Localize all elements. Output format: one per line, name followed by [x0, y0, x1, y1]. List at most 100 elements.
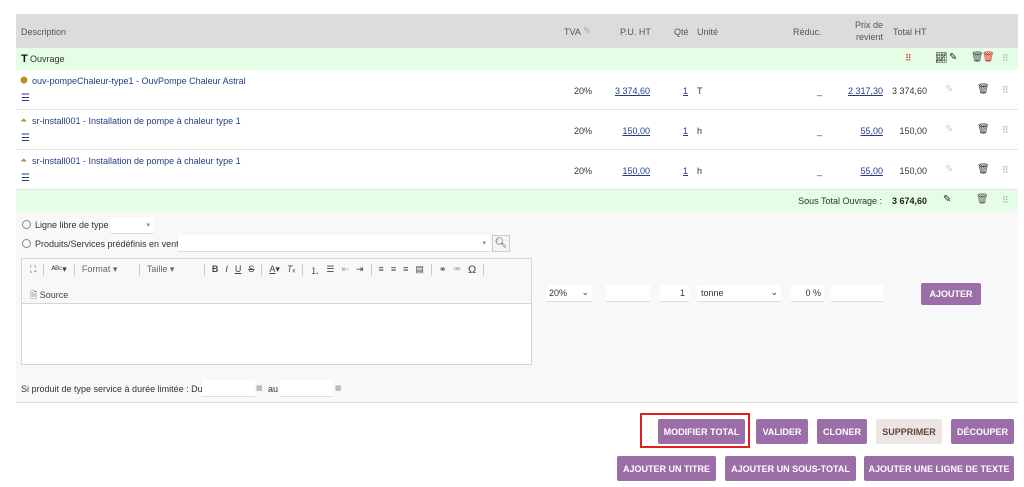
- reduc-input[interactable]: 0 %: [791, 285, 824, 302]
- rich-text-editor: ⛶ ᴬᴮᶜ▾ Format ▾ Taille ▾ BIUS A▾ Tₓ ⒈ ☰ ⇤ ⇥ …: [21, 258, 532, 365]
- row-qte[interactable]: 1: [668, 86, 688, 96]
- supprimer-button[interactable]: SUPPRIMER: [876, 419, 942, 444]
- trash-icon[interactable]: 🗑︎: [977, 124, 990, 135]
- drag-handle-icon[interactable]: ⠿: [1002, 165, 1009, 176]
- row-description[interactable]: sr-install001 - Installation de pompe à …: [32, 116, 241, 126]
- editor-content[interactable]: [22, 304, 531, 364]
- row-unite: T: [697, 86, 703, 96]
- text-color-icon[interactable]: A▾: [269, 264, 280, 275]
- ouvrage-title-row: T Ouvrage ⠿ 📈︎ ✎ 🗑︎ 🗑︎ ⠿: [16, 48, 1018, 70]
- outdent-icon[interactable]: ⇤: [341, 264, 349, 275]
- valider-button[interactable]: VALIDER: [756, 419, 808, 444]
- ajouter-titre-button[interactable]: AJOUTER UN TITRE: [617, 456, 716, 481]
- row-qte[interactable]: 1: [668, 166, 688, 176]
- delete-all-icon[interactable]: 🗑︎: [982, 52, 995, 63]
- edit-icon[interactable]: ✎: [943, 194, 951, 205]
- numbered-list-icon[interactable]: ⒈: [310, 264, 319, 277]
- calendar-icon[interactable]: ▦: [256, 384, 263, 392]
- subtotal-row: Sous Total Ouvrage : 3 674,60 ✎ 🗑︎ ⠿: [16, 190, 1018, 211]
- col-total-ht: Total HT: [893, 27, 927, 37]
- ajouter-sous-total-button[interactable]: AJOUTER UN SOUS-TOTAL: [725, 456, 856, 481]
- edit-icon[interactable]: ✎: [945, 164, 953, 175]
- justify-icon[interactable]: ▤: [415, 264, 424, 275]
- row-prix-revient[interactable]: 2 317,30: [828, 86, 883, 96]
- row-description[interactable]: sr-install001 - Installation de pompe à …: [32, 156, 241, 166]
- product-icon: ⬢: [20, 75, 28, 85]
- unlink-icon[interactable]: ⚮: [453, 264, 461, 275]
- row-tva: 20%: [573, 166, 592, 176]
- align-center-icon[interactable]: ≡: [391, 264, 396, 274]
- product-select[interactable]: ▾: [178, 235, 490, 252]
- edit-icon[interactable]: ✎: [949, 52, 957, 63]
- row-prix-revient[interactable]: 55,00: [828, 166, 883, 176]
- col-unite: Unité: [697, 27, 719, 37]
- drag-handle-icon[interactable]: ⠿: [1002, 53, 1009, 64]
- date-to-input[interactable]: [280, 380, 333, 397]
- drag-handle-icon[interactable]: ⠿: [1002, 85, 1009, 96]
- special-char-icon[interactable]: Ω: [468, 264, 476, 276]
- row-pu[interactable]: 150,00: [596, 126, 650, 136]
- format-dropdown[interactable]: Format ▾: [82, 264, 132, 275]
- trash-icon[interactable]: 🗑︎: [977, 84, 990, 95]
- row-pu[interactable]: 3 374,60: [596, 86, 650, 96]
- modifier-total-button[interactable]: MODIFIER TOTAL: [658, 419, 745, 444]
- row-qte[interactable]: 1: [668, 126, 688, 136]
- bullet-list-icon[interactable]: ☰: [326, 264, 334, 275]
- col-qte: Qté: [674, 27, 689, 37]
- list-icon[interactable]: ☰: [21, 133, 30, 144]
- service-icon: ⏶: [20, 115, 28, 125]
- list-icon[interactable]: ☰: [21, 93, 30, 104]
- ligne-type-select[interactable]: ▾: [110, 217, 154, 234]
- row-prix-revient[interactable]: 55,00: [828, 126, 883, 136]
- row-total: 150,00: [899, 126, 927, 136]
- price-input[interactable]: [606, 285, 650, 302]
- underline-icon[interactable]: U: [235, 264, 242, 274]
- link-icon[interactable]: ⚭: [439, 264, 447, 275]
- unit-select[interactable]: tonne ⌄: [697, 285, 781, 302]
- align-left-icon[interactable]: ≡: [379, 264, 384, 274]
- chart-icon[interactable]: 📈︎: [935, 53, 948, 64]
- trash-icon[interactable]: 🗑︎: [976, 194, 989, 205]
- remove-format-icon[interactable]: Tₓ: [287, 264, 295, 274]
- decouper-button[interactable]: DÉCOUPER: [951, 419, 1014, 444]
- radio-ligne-libre[interactable]: [22, 220, 31, 229]
- align-right-icon[interactable]: ≡: [403, 264, 408, 274]
- indent-icon[interactable]: ⇥: [356, 264, 364, 275]
- maximize-icon[interactable]: ⛶: [30, 264, 36, 275]
- ouvrage-title: Ouvrage: [30, 54, 65, 64]
- pencil-icon[interactable]: ✎: [583, 26, 591, 37]
- row-tva: 20%: [573, 86, 592, 96]
- ajouter-ligne-texte-button[interactable]: AJOUTER UNE LIGNE DE TEXTE: [864, 456, 1014, 481]
- date-from-input[interactable]: [202, 380, 255, 397]
- ajouter-button[interactable]: AJOUTER: [921, 283, 981, 305]
- trash-icon[interactable]: 🗑︎: [977, 164, 990, 175]
- strike-icon[interactable]: S: [248, 264, 254, 274]
- cloner-button[interactable]: CLONER: [817, 419, 867, 444]
- row-reduc[interactable]: _: [817, 86, 822, 96]
- search-button[interactable]: 🔍︎: [492, 235, 510, 252]
- calendar-icon[interactable]: ▦: [335, 384, 342, 392]
- cost-price-input[interactable]: [831, 285, 883, 302]
- row-unite: h: [697, 126, 703, 136]
- edit-icon[interactable]: ✎: [945, 124, 953, 135]
- col-tva: TVA: [564, 27, 581, 37]
- edit-icon[interactable]: ✎: [945, 84, 953, 95]
- grid-icon[interactable]: ⠿: [905, 53, 912, 64]
- row-reduc[interactable]: _: [817, 166, 822, 176]
- tva-select[interactable]: 20% ⌄: [546, 285, 592, 302]
- spellcheck-icon[interactable]: ᴬᴮᶜ▾: [51, 264, 67, 275]
- size-dropdown[interactable]: Taille ▾: [147, 264, 197, 275]
- bold-icon[interactable]: B: [212, 264, 219, 274]
- source-button[interactable]: 🗎 Source: [30, 288, 523, 304]
- drag-handle-icon[interactable]: ⠿: [1002, 125, 1009, 136]
- row-pu[interactable]: 150,00: [596, 166, 650, 176]
- radio-produits[interactable]: [22, 239, 31, 248]
- source-icon: 🗎: [30, 290, 38, 300]
- row-description[interactable]: ouv-pompeChaleur-type1 - OuvPompe Chaleu…: [32, 76, 246, 86]
- row-reduc[interactable]: _: [817, 126, 822, 136]
- qty-input[interactable]: 1: [660, 285, 689, 302]
- italic-icon[interactable]: I: [225, 264, 228, 274]
- drag-handle-icon[interactable]: ⠿: [1002, 195, 1009, 206]
- list-icon[interactable]: ☰: [21, 173, 30, 184]
- subtotal-label: Sous Total Ouvrage :: [798, 196, 882, 206]
